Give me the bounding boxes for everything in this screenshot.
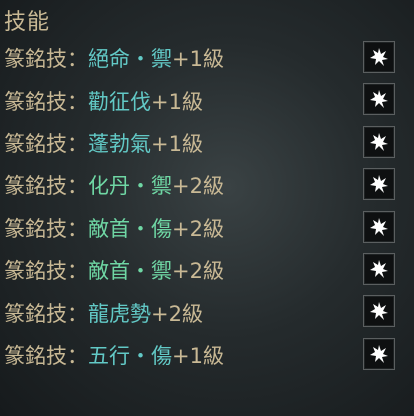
skill-row: 篆銘技：化丹・禦+2級 xyxy=(0,164,414,206)
panel-title: 技能 xyxy=(4,10,51,35)
enchant-button[interactable] xyxy=(363,83,395,116)
skill-label: 篆銘技：敵首・傷+2級 xyxy=(4,213,224,243)
skill-label: 篆銘技：勸征伐+1級 xyxy=(4,86,203,116)
skill-level: +1級 xyxy=(151,131,203,156)
skill-prefix: 篆銘技： xyxy=(4,216,88,241)
skill-level: +2級 xyxy=(172,259,224,284)
skill-label: 篆銘技：化丹・禦+2級 xyxy=(4,170,224,200)
skill-row: 篆銘技：敵首・禦+2級 xyxy=(0,249,414,291)
skill-prefix: 篆銘技： xyxy=(4,131,88,156)
skill-prefix: 篆銘技： xyxy=(4,301,88,326)
sword-flame-icon xyxy=(370,132,388,151)
skill-name: 敵首・傷 xyxy=(88,216,172,241)
skill-prefix: 篆銘技： xyxy=(4,89,88,114)
skill-level: +2級 xyxy=(172,174,224,199)
skill-row: 篆銘技：蓬勃氣+1級 xyxy=(0,122,414,164)
skill-label: 篆銘技：敵首・禦+2級 xyxy=(4,255,224,285)
skill-level: +1級 xyxy=(172,47,224,72)
sword-flame-icon xyxy=(370,175,388,194)
skill-prefix: 篆銘技： xyxy=(4,174,88,199)
skill-row: 篆銘技：五行・傷+1級 xyxy=(0,334,414,376)
skill-name: 蓬勃氣 xyxy=(88,131,151,156)
skill-label: 篆銘技：龍虎勢+2級 xyxy=(4,298,203,328)
skill-level: +1級 xyxy=(172,343,224,368)
enchant-button[interactable] xyxy=(363,168,395,201)
skill-name: 化丹・禦 xyxy=(88,174,172,199)
skill-prefix: 篆銘技： xyxy=(4,47,88,72)
skill-name: 五行・傷 xyxy=(88,343,172,368)
enchant-button[interactable] xyxy=(363,337,395,370)
skill-name: 勸征伐 xyxy=(88,89,151,114)
sword-flame-icon xyxy=(370,48,388,66)
skill-label: 篆銘技：蓬勃氣+1級 xyxy=(4,128,203,158)
skill-label: 篆銘技：絕命・禦+1級 xyxy=(4,43,224,73)
skill-level: +1級 xyxy=(151,89,203,114)
sword-flame-icon xyxy=(370,90,388,109)
skill-name: 敵首・禦 xyxy=(88,259,172,284)
enchant-button[interactable] xyxy=(363,252,395,285)
skill-row: 篆銘技：絕命・禦+1級 xyxy=(0,37,414,79)
skill-list: 篆銘技：絕命・禦+1級 篆銘技：勸征伐+1級 篆銘技：蓬勃氣+1級 篆銘技：化丹… xyxy=(0,37,414,376)
enchant-button[interactable] xyxy=(363,295,395,328)
sword-flame-icon xyxy=(370,302,388,321)
sword-flame-icon xyxy=(370,217,388,236)
skills-panel: 技能 篆銘技：絕命・禦+1級 篆銘技：勸征伐+1級 篆銘技：蓬勃氣+1級 篆銘技… xyxy=(0,0,414,416)
skill-row: 篆銘技：敵首・傷+2級 xyxy=(0,207,414,249)
skill-row: 篆銘技：勸征伐+1級 xyxy=(0,79,414,121)
skill-prefix: 篆銘技： xyxy=(4,259,88,284)
sword-flame-icon xyxy=(370,259,388,278)
enchant-button[interactable] xyxy=(363,41,395,73)
skill-level: +2級 xyxy=(172,216,224,241)
sword-flame-icon xyxy=(370,344,388,363)
skill-row: 篆銘技：龍虎勢+2級 xyxy=(0,291,414,333)
enchant-button[interactable] xyxy=(363,210,395,243)
skill-name: 絕命・禦 xyxy=(88,47,172,72)
enchant-button[interactable] xyxy=(363,125,395,158)
skill-level: +2級 xyxy=(151,301,203,326)
skill-label: 篆銘技：五行・傷+1級 xyxy=(4,340,224,370)
skill-prefix: 篆銘技： xyxy=(4,343,88,368)
skill-name: 龍虎勢 xyxy=(88,301,151,326)
